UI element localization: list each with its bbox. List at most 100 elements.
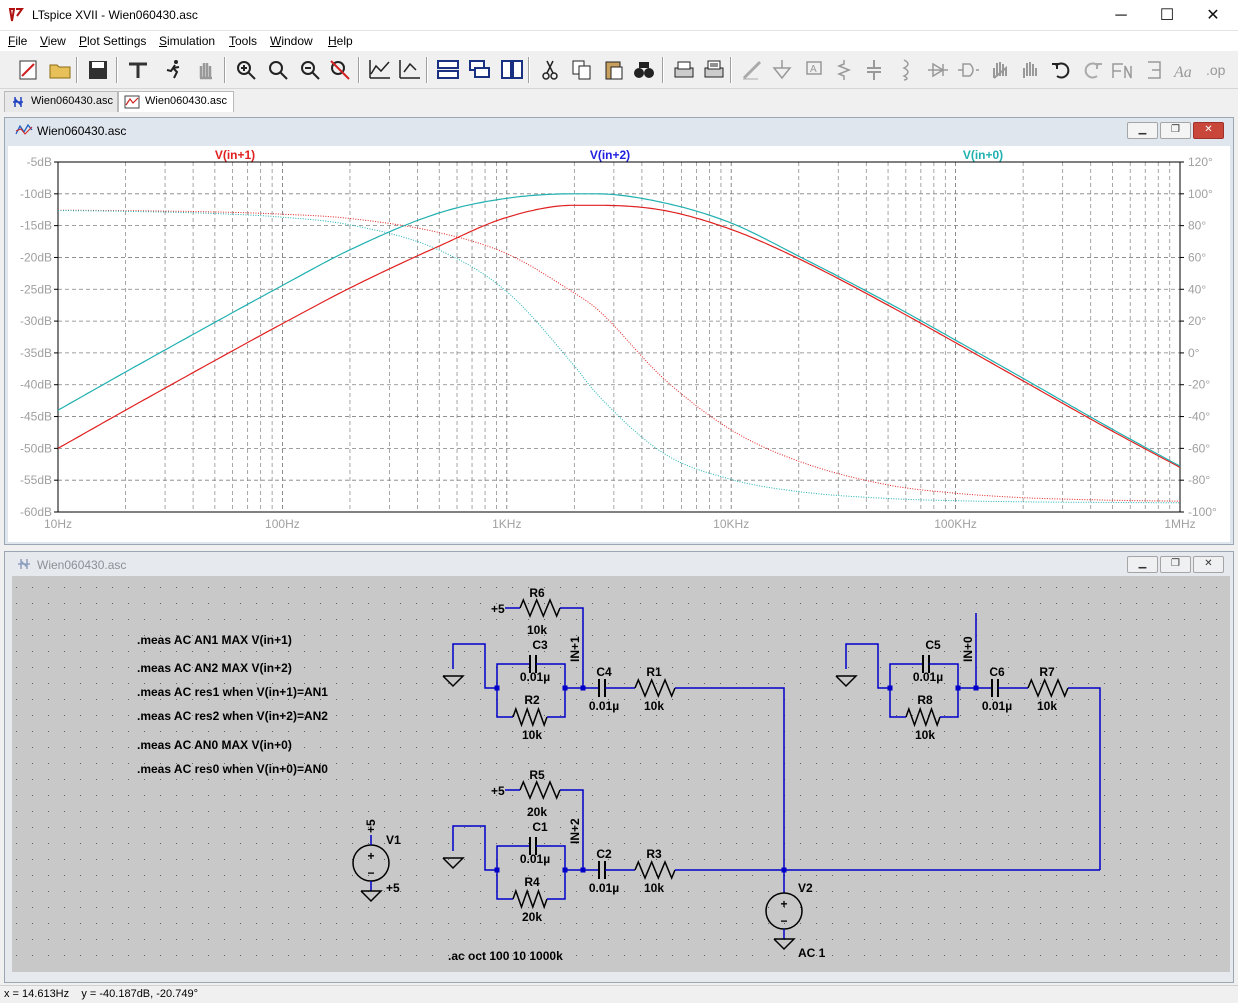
- capacitor-ref: C1: [532, 820, 548, 834]
- grid-dot: [608, 683, 609, 684]
- schematic-minimize-button[interactable]: ▁: [1127, 556, 1158, 573]
- menu-plot-settings[interactable]: Plot Settings: [79, 34, 146, 48]
- grid-dot: [608, 811, 609, 812]
- plot-close-button[interactable]: ✕: [1193, 122, 1224, 139]
- menu-tools[interactable]: Tools: [229, 34, 257, 48]
- halt-button[interactable]: [192, 56, 220, 84]
- grid-dot: [464, 859, 465, 860]
- drag-button[interactable]: [1016, 56, 1044, 84]
- grid-dot: [432, 635, 433, 636]
- grid-dot: [144, 587, 145, 588]
- text-button[interactable]: Aa: [1170, 56, 1198, 84]
- plot-window-titlebar[interactable]: Wien060430.asc ▁ ❐ ✕: [5, 118, 1233, 144]
- tile-vertical-button[interactable]: [498, 56, 526, 84]
- menu-help[interactable]: Help: [328, 34, 353, 48]
- schematic-close-button[interactable]: ✕: [1193, 556, 1224, 573]
- mirror-button[interactable]: [1140, 56, 1168, 84]
- waveform-plot[interactable]: -5dB-10dB-15dB-20dB-25dB-30dB-35dB-40dB-…: [8, 146, 1230, 542]
- grid-dot: [352, 587, 353, 588]
- grid-dot: [1152, 603, 1153, 604]
- grid-dot: [1168, 779, 1169, 780]
- grid-dot: [800, 875, 801, 876]
- grid-dot: [240, 795, 241, 796]
- grid-dot: [1072, 603, 1073, 604]
- grid-dot: [1104, 667, 1105, 668]
- print-button[interactable]: [670, 56, 698, 84]
- resistor-button[interactable]: [830, 56, 858, 84]
- cascade-button[interactable]: [466, 56, 494, 84]
- inductor-button[interactable]: [892, 56, 920, 84]
- redo-button[interactable]: [1078, 56, 1106, 84]
- grid-dot: [1104, 651, 1105, 652]
- capacitor-button[interactable]: [860, 56, 888, 84]
- diode-button[interactable]: [924, 56, 952, 84]
- find-button[interactable]: [630, 56, 658, 84]
- grid-dot: [912, 779, 913, 780]
- zoom-cancel-button[interactable]: [326, 56, 354, 84]
- grid-dot: [80, 683, 81, 684]
- grid-dot: [1088, 619, 1089, 620]
- grid-dot: [384, 779, 385, 780]
- tab-schematic[interactable]: Wien060430.asc: [4, 91, 118, 112]
- grid-dot: [368, 939, 369, 940]
- grid-dot: [96, 843, 97, 844]
- move-button[interactable]: [986, 56, 1014, 84]
- control-panel-button[interactable]: [124, 56, 152, 84]
- zoom-in-button[interactable]: [232, 56, 260, 84]
- grid-dot: [1152, 843, 1153, 844]
- autoscale-button[interactable]: [366, 56, 394, 84]
- component-button[interactable]: [954, 56, 982, 84]
- close-button[interactable]: ✕: [1190, 0, 1236, 31]
- run-button[interactable]: [160, 56, 188, 84]
- save-button[interactable]: [84, 56, 112, 84]
- grid-dot: [336, 859, 337, 860]
- menu-view[interactable]: View: [40, 34, 66, 48]
- grid-dot: [1056, 619, 1057, 620]
- plot-restore-button[interactable]: ❐: [1160, 122, 1191, 139]
- grid-dot: [64, 843, 65, 844]
- copy-button[interactable]: [568, 56, 596, 84]
- menu-simulation[interactable]: Simulation: [159, 34, 215, 48]
- grid-dot: [400, 699, 401, 700]
- schematic-window-titlebar[interactable]: Wien060430.asc ▁ ❐ ✕: [5, 552, 1233, 578]
- zoom-out-button[interactable]: [296, 56, 324, 84]
- rotate-button[interactable]: [1108, 56, 1136, 84]
- tab-waveform[interactable]: Wien060430.asc: [118, 91, 234, 112]
- new-schematic-button[interactable]: [14, 56, 42, 84]
- cut-button[interactable]: [536, 56, 564, 84]
- grid-dot: [1056, 843, 1057, 844]
- print-setup-button[interactable]: [700, 56, 728, 84]
- schematic-canvas[interactable]: .meas AC AN1 MAX V(in+1).meas AC AN2 MAX…: [12, 576, 1230, 972]
- grid-dot: [944, 715, 945, 716]
- grid-dot: [896, 715, 897, 716]
- schematic-restore-button[interactable]: ❐: [1160, 556, 1191, 573]
- grid-dot: [864, 891, 865, 892]
- open-button[interactable]: [46, 56, 74, 84]
- grid-dot: [128, 715, 129, 716]
- grid-dot: [512, 683, 513, 684]
- paste-button[interactable]: [600, 56, 628, 84]
- spice-directive-button[interactable]: .op: [1202, 56, 1230, 84]
- grid-dot: [800, 731, 801, 732]
- junction: [494, 867, 500, 873]
- maximize-button[interactable]: ☐: [1144, 0, 1190, 31]
- draw-wire-button[interactable]: [738, 56, 766, 84]
- grid-dot: [352, 603, 353, 604]
- minimize-button[interactable]: ─: [1098, 0, 1144, 31]
- grid-dot: [1008, 811, 1009, 812]
- ground-button[interactable]: [768, 56, 796, 84]
- grid-dot: [864, 651, 865, 652]
- plot-minimize-button[interactable]: ▁: [1127, 122, 1158, 139]
- zoom-full-button[interactable]: [264, 56, 292, 84]
- capacitor-value: 0.01µ: [520, 852, 550, 866]
- undo-button[interactable]: [1048, 56, 1076, 84]
- menu-file[interactable]: File: [8, 34, 27, 48]
- grid-dot: [512, 603, 513, 604]
- grid-dot: [272, 875, 273, 876]
- autoscale-y-button[interactable]: [396, 56, 424, 84]
- grid-dot: [112, 699, 113, 700]
- grid-dot: [64, 635, 65, 636]
- menu-window[interactable]: Window: [270, 34, 313, 48]
- label-net-button[interactable]: A: [800, 56, 828, 84]
- tile-horizontal-button[interactable]: [434, 56, 462, 84]
